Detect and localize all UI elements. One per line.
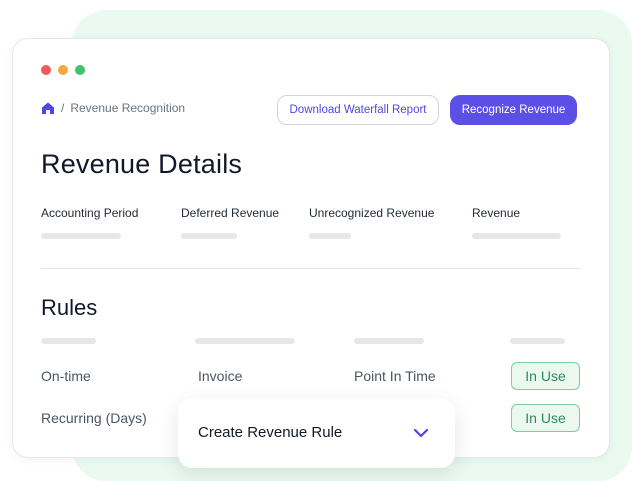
rule-name: On-time [41,368,91,384]
column-deferred-revenue: Deferred Revenue [181,206,280,220]
minimize-dot[interactable] [58,65,68,75]
rule-method: Point In Time [354,368,436,384]
header-placeholder [354,338,424,344]
chevron-down-icon[interactable] [413,426,429,438]
breadcrumb: / Revenue Recognition [41,101,185,115]
home-icon[interactable] [41,101,55,115]
column-accounting-period: Accounting Period [41,206,139,220]
page-title: Revenue Details [41,149,243,179]
column-revenue: Revenue [472,206,521,220]
rule-source: Invoice [198,368,243,384]
recognize-revenue-button[interactable]: Recognize Revenue [450,95,577,125]
maximize-dot[interactable] [75,65,85,75]
rule-name: Recurring (Days) [41,410,147,426]
status-badge: In Use [511,404,580,432]
create-revenue-rule-dropdown[interactable]: Create Revenue Rule [178,398,455,468]
header-placeholder [195,338,295,344]
create-revenue-rule-label: Create Revenue Rule [198,424,343,441]
stage: / Revenue Recognition Download Waterfall… [0,0,632,481]
status-badge: In Use [511,362,580,390]
value-placeholder [472,233,561,239]
header-placeholder [41,338,96,344]
revenue-card: / Revenue Recognition Download Waterfall… [12,38,610,458]
breadcrumb-current: Revenue Recognition [70,101,186,115]
rules-title: Rules [41,295,98,320]
header-placeholder [510,338,565,344]
value-placeholder [181,233,237,239]
download-waterfall-report-button[interactable]: Download Waterfall Report [277,95,439,125]
value-placeholder [309,233,351,239]
column-unrecognized-revenue: Unrecognized Revenue [309,206,435,220]
window-controls [41,65,85,75]
close-dot[interactable] [41,65,51,75]
value-placeholder [41,233,121,239]
breadcrumb-separator: / [61,101,65,115]
section-divider [41,268,581,269]
